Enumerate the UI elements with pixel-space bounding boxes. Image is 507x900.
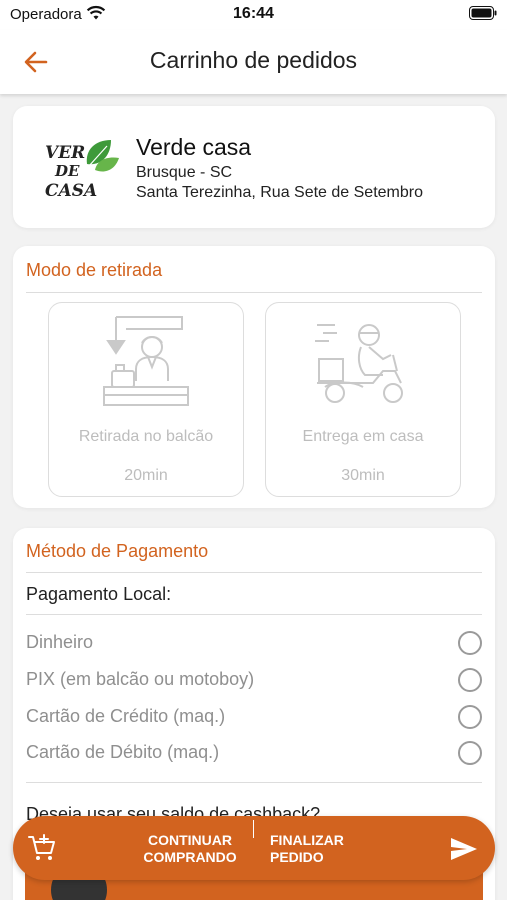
pickup-option-time: 20min — [124, 467, 168, 484]
finalize-order-button[interactable]: FINALIZAR PEDIDO — [270, 832, 380, 866]
section-divider — [26, 572, 482, 573]
payment-option-debit[interactable]: Cartão de Débito (maq.) — [13, 737, 495, 769]
svg-text:DE: DE — [54, 162, 80, 180]
payment-option-label: PIX (em balcão ou motoboy) — [26, 669, 255, 689]
store-name: Verde casa — [136, 134, 252, 160]
payment-option-credit[interactable]: Cartão de Crédito (maq.) — [13, 701, 495, 733]
action-bar: CONTINUAR COMPRANDO FINALIZAR PEDIDO — [13, 816, 495, 880]
section-divider — [26, 614, 482, 615]
page-title: Carrinho de pedidos — [149, 47, 358, 73]
delivery-scooter-icon — [315, 324, 403, 403]
payment-section-title: Método de Pagamento — [26, 541, 209, 561]
action-divider — [253, 820, 254, 838]
pickup-card: Modo de retirada Retirada no balcão 20mi… — [13, 246, 495, 508]
pickup-section-title: Modo de retirada — [26, 260, 163, 280]
counter-pickup-icon — [103, 316, 189, 406]
payment-option-cash[interactable]: Dinheiro — [13, 627, 495, 659]
svg-text:CASA: CASA — [45, 181, 97, 201]
store-address: Santa Terezinha, Rua Sete de Setembro — [136, 184, 423, 201]
finalize-label-line1: FINALIZAR — [270, 832, 344, 848]
payment-option-label: Cartão de Crédito (maq.) — [26, 706, 226, 726]
status-time: 16:44 — [233, 5, 274, 22]
cart-add-icon[interactable] — [27, 833, 57, 863]
store-card: VER DE CASA Verde casa Brusque - SC Sant… — [13, 106, 495, 228]
pickup-option-delivery[interactable]: Entrega em casa 30min — [265, 302, 461, 497]
radio-button[interactable] — [458, 631, 482, 655]
payment-subtitle: Pagamento Local: — [26, 584, 172, 604]
radio-button[interactable] — [458, 705, 482, 729]
continue-label-line2: COMPRANDO — [143, 849, 237, 865]
status-bar: Operadora 16:44 — [0, 0, 507, 30]
payment-option-label: Cartão de Débito (maq.) — [26, 742, 220, 762]
send-icon[interactable] — [449, 836, 479, 862]
battery-icon — [469, 6, 497, 20]
finalize-label-line2: PEDIDO — [270, 849, 324, 865]
pickup-option-time: 30min — [341, 467, 385, 484]
radio-button[interactable] — [458, 668, 482, 692]
svg-text:VER: VER — [45, 143, 85, 163]
section-divider — [26, 292, 482, 293]
radio-button[interactable] — [458, 741, 482, 765]
pickup-option-counter[interactable]: Retirada no balcão 20min — [48, 302, 244, 497]
payment-option-label: Dinheiro — [26, 632, 94, 652]
section-divider — [26, 782, 482, 783]
header: Carrinho de pedidos — [0, 30, 507, 94]
pickup-option-label: Entrega em casa — [302, 428, 424, 445]
continue-label-line1: CONTINUAR — [148, 832, 232, 848]
store-logo: VER DE CASA — [45, 140, 119, 201]
store-city: Brusque - SC — [136, 164, 233, 181]
pickup-option-label: Retirada no balcão — [78, 428, 214, 445]
continue-shopping-button[interactable]: CONTINUAR COMPRANDO — [131, 832, 249, 866]
payment-option-pix[interactable]: PIX (em balcão ou motoboy) — [13, 664, 495, 696]
